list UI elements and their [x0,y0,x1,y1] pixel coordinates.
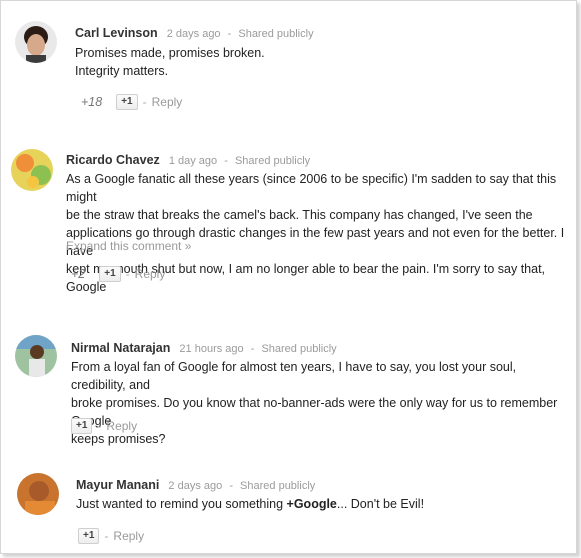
timestamp[interactable]: 2 days ago [167,28,221,40]
comment-actions: +1 - Reply [71,418,137,434]
avatar[interactable] [15,335,57,377]
author-name[interactable]: Carl Levinson [75,26,158,40]
comment-actions: +2 +1 - Reply [71,266,165,282]
plus-count[interactable]: +18 [81,95,102,109]
comment-meta: Nirmal Natarajan 21 hours ago - Shared p… [71,341,337,355]
expand-comment-link[interactable]: Expand this comment » [66,239,191,253]
comment-text: Promises made, promises broken. Integrit… [75,44,265,80]
comment-line: As a Google fanatic all these years (sin… [66,172,557,204]
comment-line: From a loyal fan of Google for almost te… [71,360,517,392]
timestamp[interactable]: 2 days ago [168,480,222,492]
comment-text: From a loyal fan of Google for almost te… [71,358,566,448]
plus-one-button[interactable]: +1 [78,528,100,544]
comment-meta: Ricardo Chavez 1 day ago - Shared public… [66,153,310,167]
avatar[interactable] [11,149,53,191]
comment-text-after: ... Don't be Evil! [336,497,425,511]
reply-link[interactable]: Reply [152,95,183,109]
author-name[interactable]: Ricardo Chavez [66,153,160,167]
plus-one-button[interactable]: +1 [99,266,121,282]
comment-meta: Mayur Manani 2 days ago - Shared publicl… [76,478,315,492]
visibility: Shared publicly [261,343,337,355]
action-separator: - [142,95,147,109]
author-name[interactable]: Mayur Manani [76,478,159,492]
comment-text-before: Just wanted to remind you something [76,497,287,511]
visibility: Shared publicly [240,480,316,492]
meta-separator: - [250,343,255,355]
comment-actions: +1 - Reply [78,528,144,544]
reply-link[interactable]: Reply [113,529,144,543]
comment-actions: +18 +1 - Reply [81,94,182,110]
plus-one-button[interactable]: +1 [71,418,93,434]
comment-line: Promises made, promises broken. [75,46,265,60]
reply-link[interactable]: Reply [135,267,166,281]
plus-one-button[interactable]: +1 [116,94,138,110]
timestamp[interactable]: 21 hours ago [179,343,243,355]
avatar[interactable] [15,21,57,63]
meta-separator: - [224,155,228,167]
comment-line: keeps promises? [71,432,166,446]
visibility: Shared publicly [238,28,314,40]
comment-line: broke promises. Do you know that no-bann… [71,396,558,428]
avatar[interactable] [17,473,59,515]
comment-text: Just wanted to remind you something +Goo… [76,495,424,513]
comment-line: Integrity matters. [75,64,169,78]
mention-link[interactable]: +Google [287,497,337,511]
comment-meta: Carl Levinson 2 days ago - Shared public… [75,26,314,40]
meta-separator: - [229,480,233,492]
plus-count[interactable]: +2 [71,267,85,281]
timestamp[interactable]: 1 day ago [169,155,217,167]
comments-panel: Carl Levinson 2 days ago - Shared public… [0,0,577,554]
author-name[interactable]: Nirmal Natarajan [71,341,170,355]
action-separator: - [104,529,109,543]
comment-line: be the straw that breaks the camel's bac… [66,208,533,222]
visibility: Shared publicly [234,155,311,167]
action-separator: - [125,267,130,281]
reply-link[interactable]: Reply [106,419,137,433]
meta-separator: - [227,28,232,40]
action-separator: - [97,419,102,433]
